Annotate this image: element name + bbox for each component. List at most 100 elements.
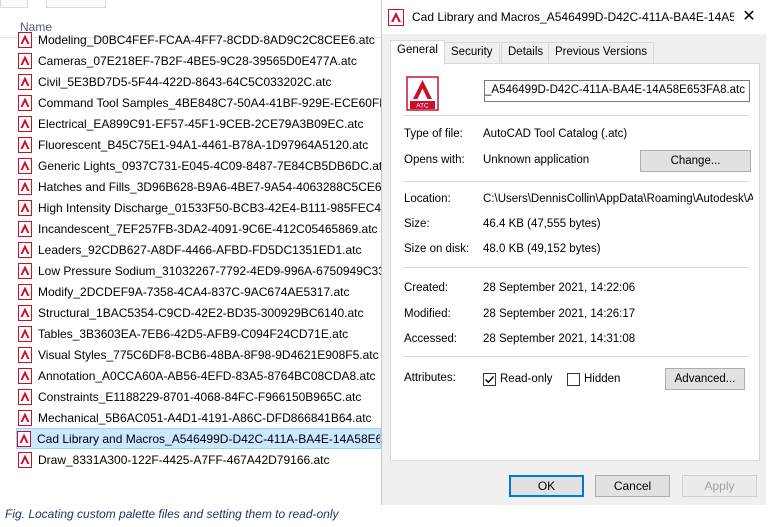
accessed-value: 28 September 2021, 14:31:08: [483, 333, 636, 345]
file-name: Low Pressure Sodium_31032267-7792-4ED9-9…: [38, 263, 381, 278]
opens-with-label: Opens with:: [404, 154, 465, 166]
modified-value: 28 September 2021, 14:26:17: [483, 308, 636, 320]
autocad-atc-file-icon: [18, 283, 32, 300]
file-name: Cad Library and Macros_A546499D-D42C-411…: [37, 431, 381, 446]
autocad-atc-file-icon: [17, 430, 31, 447]
file-name: Annotation_A0CCA60A-AB56-4EFD-83A5-8764B…: [38, 368, 376, 383]
file-row[interactable]: Visual Styles_775C6DF8-BCB6-48BA-8F98-9D…: [18, 344, 381, 365]
file-name: Incandescent_7EF257FB-3DA2-4091-9C6E-412…: [38, 221, 378, 236]
file-name: High Intensity Discharge_01533F50-BCB3-4…: [38, 200, 381, 215]
file-row[interactable]: Generic Lights_0937C731-E045-4C09-8487-7…: [18, 155, 381, 176]
file-row[interactable]: Hatches and Fills_3D96B628-B9A6-4BE7-9A5…: [18, 176, 381, 197]
autocad-atc-file-icon: [18, 73, 32, 90]
divider: [403, 356, 749, 357]
autocad-atc-file-icon: [18, 199, 32, 216]
autocad-atc-file-icon: [18, 115, 32, 132]
file-row[interactable]: Cad Library and Macros_A546499D-D42C-411…: [16, 428, 381, 449]
general-tab-panel: ATC Cad Library and Macros_A546499D-D42C…: [390, 63, 760, 461]
autocad-atc-file-icon: [18, 367, 32, 384]
file-row[interactable]: Low Pressure Sodium_31032267-7792-4ED9-9…: [18, 260, 381, 281]
file-row[interactable]: Fluorescent_B45C75E1-94A1-4461-B78A-1D97…: [18, 134, 381, 155]
file-name: Command Tool Samples_4BE848C7-50A4-41BF-…: [38, 95, 381, 110]
file-name: Cameras_07E218EF-7B2F-4BE5-9C28-39565D0E…: [38, 53, 357, 68]
autocad-atc-file-icon: [18, 136, 32, 153]
file-row[interactable]: Structural_1BAC5354-C9CD-42E2-BD35-30092…: [18, 302, 381, 323]
autocad-atc-file-icon: [18, 451, 32, 468]
file-row[interactable]: Modeling_D0BC4FEF-FCAA-4FF7-8CDD-8AD9C2C…: [18, 29, 381, 50]
autocad-atc-file-icon: [18, 31, 32, 48]
read-only-label[interactable]: Read-only: [500, 373, 552, 385]
file-name: Visual Styles_775C6DF8-BCB6-48BA-8F98-9D…: [38, 347, 379, 362]
file-name: Hatches and Fills_3D96B628-B9A6-4BE7-9A5…: [38, 179, 381, 194]
advanced-button[interactable]: Advanced...: [665, 368, 745, 390]
created-label: Created:: [404, 282, 449, 294]
file-name: Structural_1BAC5354-C9CD-42E2-BD35-30092…: [38, 305, 364, 320]
file-row[interactable]: Command Tool Samples_4BE848C7-50A4-41BF-…: [18, 92, 381, 113]
file-name: Tables_3B3603EA-7EB6-42D5-AFB9-C094F24CD…: [38, 326, 349, 341]
file-name: Electrical_EA899C91-EF57-45F1-9CEB-2CE79…: [38, 116, 364, 131]
autocad-file-icon: [388, 9, 404, 26]
opens-with-value: Unknown application: [483, 154, 590, 166]
divider: [403, 181, 749, 182]
autocad-atc-file-icon: [18, 325, 32, 342]
properties-dialog: Cad Library and Macros_A546499D-D42C-411…: [381, 0, 767, 505]
tab-previous-versions[interactable]: Previous Versions: [548, 42, 655, 63]
figure-caption: Fig. Locating custom palette files and s…: [5, 507, 339, 521]
file-row[interactable]: Constraints_E1188229-8701-4068-84FC-F966…: [18, 386, 381, 407]
file-name: Draw_8331A300-122F-4425-A7FF-467A42D7916…: [38, 452, 330, 467]
tab-general[interactable]: General: [390, 40, 445, 65]
file-row[interactable]: High Intensity Discharge_01533F50-BCB3-4…: [18, 197, 381, 218]
autocad-atc-file-icon: [18, 220, 32, 237]
cancel-button[interactable]: Cancel: [595, 475, 670, 497]
file-row[interactable]: Civil_5E3BD7D5-5F44-422D-8643-64C5C03320…: [18, 71, 381, 92]
atc-badge-text: ATC: [416, 103, 429, 110]
location-label: Location:: [404, 193, 451, 205]
location-value: C:\Users\DennisCollin\AppData\Roaming\Au…: [483, 193, 753, 205]
file-name: Modify_2DCDEF9A-7358-4CA4-837C-9AC674AE5…: [38, 284, 350, 299]
autocad-atc-file-icon: [18, 94, 32, 111]
file-name: Modeling_D0BC4FEF-FCAA-4FF7-8CDD-8AD9C2C…: [38, 32, 375, 47]
close-button[interactable]: ✕: [737, 7, 761, 27]
file-name: Generic Lights_0937C731-E045-4C09-8487-7…: [38, 158, 381, 173]
filename-input[interactable]: Cad Library and Macros_A546499D-D42C-411…: [484, 80, 750, 102]
autocad-atc-file-icon: [18, 241, 32, 258]
file-row[interactable]: Electrical_EA899C91-EF57-45F1-9CEB-2CE79…: [18, 113, 381, 134]
file-row[interactable]: Incandescent_7EF257FB-3DA2-4091-9C6E-412…: [18, 218, 381, 239]
file-row[interactable]: Modify_2DCDEF9A-7358-4CA4-837C-9AC674AE5…: [18, 281, 381, 302]
file-row[interactable]: Draw_8331A300-122F-4425-A7FF-467A42D7916…: [18, 449, 381, 470]
toolbar-stub: [0, 0, 28, 8]
size-label: Size:: [404, 218, 430, 230]
modified-label: Modified:: [404, 308, 451, 320]
change-button[interactable]: Change...: [640, 150, 751, 172]
size-value: 46.4 KB (47,555 bytes): [483, 218, 601, 230]
hidden-label[interactable]: Hidden: [584, 373, 620, 385]
file-row[interactable]: Annotation_A0CCA60A-AB56-4EFD-83A5-8764B…: [18, 365, 381, 386]
size-on-disk-label: Size on disk:: [404, 243, 470, 255]
autocad-atc-file-icon: [18, 178, 32, 195]
file-row[interactable]: Leaders_92CDB627-A8DF-4466-AFBD-FD5DC135…: [18, 239, 381, 260]
ok-button[interactable]: OK: [509, 475, 584, 497]
hidden-checkbox[interactable]: [567, 373, 580, 386]
file-row[interactable]: Mechanical_5B6AC051-A4D1-4191-A86C-DFD86…: [18, 407, 381, 428]
file-name: Mechanical_5B6AC051-A4D1-4191-A86C-DFD86…: [38, 410, 372, 425]
autocad-atc-file-icon: [18, 388, 32, 405]
size-on-disk-value: 48.0 KB (49,152 bytes): [483, 243, 601, 255]
autocad-atc-file-icon: ATC: [406, 76, 439, 111]
tab-security[interactable]: Security: [444, 42, 500, 63]
divider: [403, 115, 749, 116]
file-name: Fluorescent_B45C75E1-94A1-4461-B78A-1D97…: [38, 137, 369, 152]
tab-details[interactable]: Details: [501, 42, 551, 63]
file-name: Civil_5E3BD7D5-5F44-422D-8643-64C5C03320…: [38, 74, 332, 89]
file-row[interactable]: Cameras_07E218EF-7B2F-4BE5-9C28-39565D0E…: [18, 50, 381, 71]
read-only-checkbox[interactable]: [483, 373, 496, 386]
file-name: Constraints_E1188229-8701-4068-84FC-F966…: [38, 389, 362, 404]
apply-button[interactable]: Apply: [682, 475, 757, 497]
autocad-atc-file-icon: [18, 52, 32, 69]
file-name: Leaders_92CDB627-A8DF-4466-AFBD-FD5DC135…: [38, 242, 362, 257]
file-row[interactable]: Tables_3B3603EA-7EB6-42D5-AFB9-C094F24CD…: [18, 323, 381, 344]
checkmark-icon: [485, 376, 495, 384]
dialog-title: Cad Library and Macros_A546499D-D42C-411…: [412, 10, 734, 24]
autocad-atc-file-icon: [18, 409, 32, 426]
dialog-title-bar[interactable]: Cad Library and Macros_A546499D-D42C-411…: [382, 0, 767, 34]
autocad-atc-file-icon: [18, 346, 32, 363]
